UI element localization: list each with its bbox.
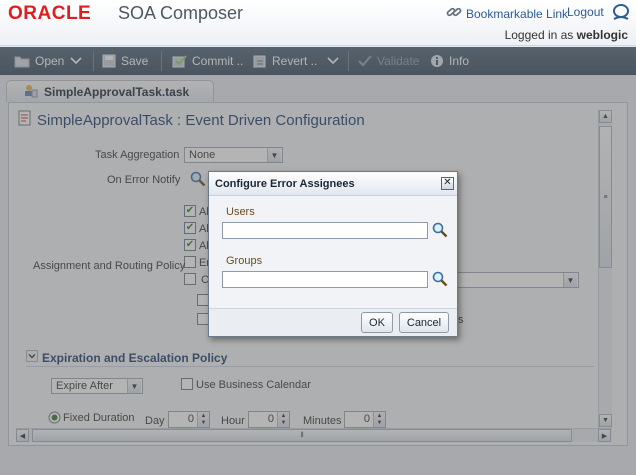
bookmarkable-link-label: Bookmarkable Link [466,6,569,21]
link-icon [446,5,462,22]
app-title: SOA Composer [118,3,244,23]
app-header: ORACLE SOA Composer Bookmarkable Link Lo… [0,0,636,46]
oracle-logo: ORACLE [8,3,92,24]
ok-button[interactable]: OK [361,312,393,333]
close-icon[interactable]: ✕ [441,177,454,190]
logged-in-status: Logged in as weblogic [505,28,628,42]
groups-input[interactable] [222,271,428,288]
groups-label: Groups [226,255,263,267]
logged-in-prefix: Logged in as [504,28,574,42]
cancel-button[interactable]: Cancel [399,312,449,333]
users-label: Users [226,206,255,218]
logged-in-username: weblogic [576,28,628,42]
configure-error-assignees-dialog: Configure Error Assignees ✕ Users Groups… [208,171,458,337]
groups-search-icon[interactable] [432,271,448,290]
logout-link[interactable]: Logout [567,5,604,19]
user-icon[interactable] [611,3,631,24]
users-input[interactable] [222,222,428,239]
users-search-icon[interactable] [432,222,448,241]
dialog-title: Configure Error Assignees [209,172,457,196]
bookmarkable-link[interactable]: Bookmarkable Link [446,5,568,22]
